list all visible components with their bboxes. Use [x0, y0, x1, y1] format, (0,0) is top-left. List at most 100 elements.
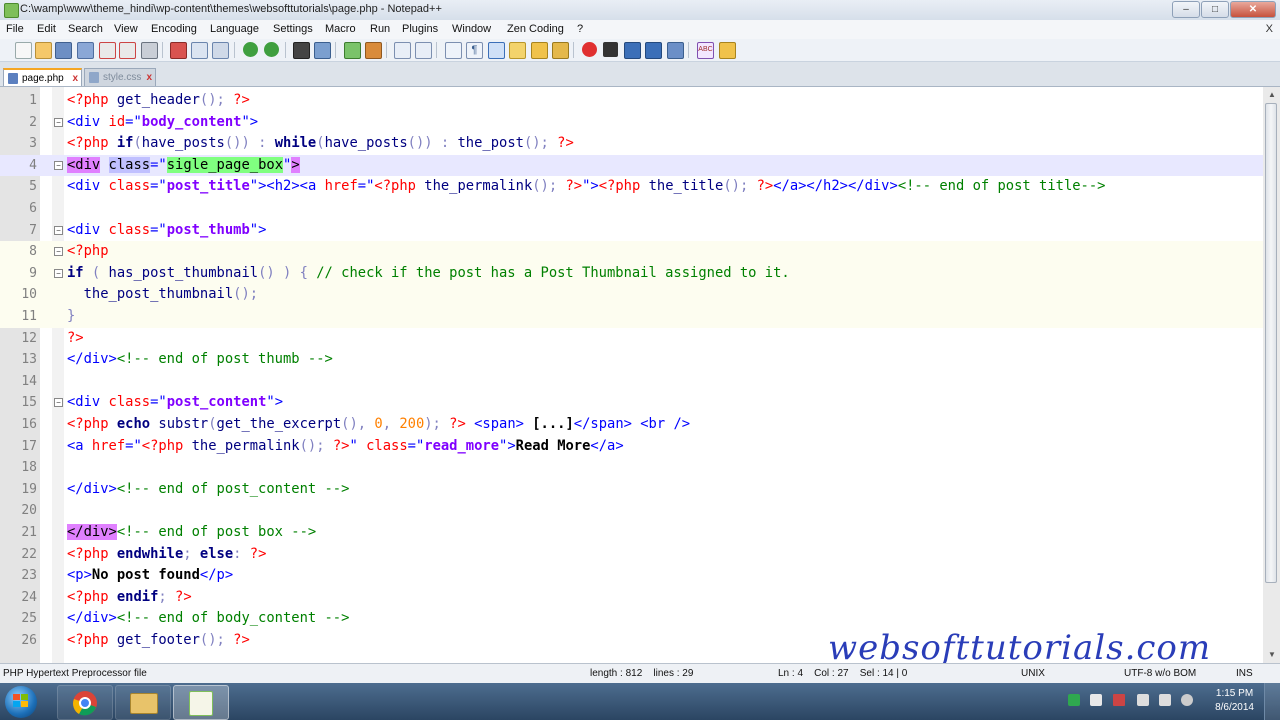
- close-button[interactable]: ✕: [1230, 1, 1276, 18]
- open-file-icon[interactable]: [35, 42, 52, 59]
- zoom-in-icon[interactable]: [344, 42, 361, 59]
- menu-file[interactable]: File: [6, 23, 24, 35]
- code-line: 17 <a href="<?php the_permalink(); ?>" cl…: [0, 436, 1263, 458]
- tray-network-icon[interactable]: [1137, 694, 1149, 706]
- document-map-icon[interactable]: [531, 42, 548, 59]
- menu-edit[interactable]: Edit: [37, 23, 56, 35]
- menu-window[interactable]: Window: [452, 23, 491, 35]
- copy-icon[interactable]: [191, 42, 208, 59]
- maximize-button[interactable]: □: [1201, 1, 1229, 18]
- line-number: 13: [21, 352, 37, 368]
- spell-check-icon[interactable]: ABC: [697, 42, 714, 59]
- print-icon[interactable]: [141, 42, 158, 59]
- code-token: if: [116, 135, 134, 152]
- code-token: body_content: [141, 113, 242, 130]
- menu-search[interactable]: Search: [68, 23, 103, 35]
- scroll-up-arrow-icon[interactable]: ▲: [1268, 90, 1276, 99]
- indent-guide-icon[interactable]: [488, 42, 505, 59]
- run-macro-multiple-icon[interactable]: [645, 42, 662, 59]
- line-number: 26: [21, 633, 37, 648]
- taskbar-chrome[interactable]: [57, 685, 113, 720]
- line-number: 4: [29, 157, 37, 173]
- fold-toggle-icon[interactable]: −: [54, 225, 63, 235]
- word-wrap-icon[interactable]: [445, 42, 462, 59]
- menu-settings[interactable]: Settings: [273, 23, 313, 35]
- plugin-icon[interactable]: [719, 42, 736, 59]
- tray-device-icon[interactable]: [1090, 694, 1102, 706]
- tab-page-php[interactable]: page.php x: [3, 68, 82, 86]
- minimize-button[interactable]: –: [1172, 1, 1200, 18]
- menu-zen-coding[interactable]: Zen Coding: [507, 23, 564, 35]
- find-icon[interactable]: [293, 42, 310, 59]
- scrollbar-thumb[interactable]: [1265, 103, 1277, 583]
- replace-icon[interactable]: [314, 42, 331, 59]
- fold-toggle-icon[interactable]: −: [54, 117, 63, 127]
- tray-action-center-icon[interactable]: [1113, 694, 1125, 706]
- zoom-out-icon[interactable]: [365, 42, 382, 59]
- code-token: ();: [523, 135, 558, 152]
- function-list-icon[interactable]: [552, 42, 569, 59]
- taskbar-explorer[interactable]: [115, 685, 171, 720]
- code-token: <div: [67, 113, 109, 130]
- save-icon[interactable]: [55, 42, 72, 59]
- close-document-icon[interactable]: X: [1266, 23, 1273, 35]
- code-token: ?>: [233, 92, 250, 108]
- code-token: <!-- end of post thumb -->: [116, 351, 333, 368]
- sync-vertical-icon[interactable]: [394, 42, 411, 59]
- save-macro-icon[interactable]: [667, 42, 684, 59]
- code-token: :: [233, 545, 250, 562]
- menu-run[interactable]: Run: [370, 23, 390, 35]
- close-all-icon[interactable]: [119, 42, 136, 59]
- code-token: <span>: [465, 416, 533, 432]
- tray-wamp-icon[interactable]: [1068, 694, 1080, 706]
- save-all-icon[interactable]: [77, 42, 94, 59]
- code-line: 14: [0, 371, 1263, 393]
- code-editor[interactable]: 1 <?php get_header(); ?> 2− <div id="body_c…: [0, 87, 1263, 663]
- fold-toggle-icon[interactable]: −: [54, 398, 63, 408]
- menu-macro[interactable]: Macro: [325, 23, 356, 35]
- undo-icon[interactable]: [243, 42, 258, 57]
- code-token: the_permalink: [191, 437, 300, 454]
- fold-toggle-icon[interactable]: −: [54, 160, 63, 170]
- code-token: =": [150, 221, 167, 238]
- show-all-characters-icon[interactable]: ¶: [466, 42, 483, 59]
- tab-style-css[interactable]: style.css x: [84, 68, 156, 86]
- toolbar-separator: [335, 42, 336, 58]
- play-macro-icon[interactable]: [624, 42, 641, 59]
- redo-icon[interactable]: [264, 42, 279, 57]
- record-macro-icon[interactable]: [582, 42, 597, 57]
- menu-language[interactable]: Language: [210, 23, 259, 35]
- user-language-icon[interactable]: [509, 42, 526, 59]
- code-line: 4 − <div class="sigle_page_box">: [0, 154, 1263, 177]
- line-number: 19: [21, 481, 37, 497]
- code-token: ();: [199, 92, 234, 108]
- show-desktop-button[interactable]: [1264, 683, 1280, 720]
- code-token: <a: [67, 437, 92, 454]
- system-clock[interactable]: 1:15 PM 8/6/2014: [1215, 687, 1254, 715]
- cut-icon[interactable]: [170, 42, 187, 59]
- tab-close-icon[interactable]: x: [72, 70, 78, 87]
- line-number: 16: [21, 417, 37, 432]
- paste-icon[interactable]: [212, 42, 229, 59]
- taskbar-notepad-plus-plus[interactable]: [173, 685, 229, 720]
- menu-view[interactable]: View: [114, 23, 138, 35]
- sync-horizontal-icon[interactable]: [415, 42, 432, 59]
- close-file-icon[interactable]: [99, 42, 116, 59]
- menu-plugins[interactable]: Plugins: [402, 23, 438, 35]
- code-token: =": [357, 178, 375, 195]
- code-token: <?php: [598, 178, 649, 195]
- fold-toggle-icon[interactable]: −: [54, 247, 63, 257]
- tray-volume-icon[interactable]: [1181, 694, 1193, 706]
- tab-close-icon[interactable]: x: [146, 69, 152, 86]
- window-controls: – □ ✕: [1171, 1, 1276, 18]
- code-token: (: [316, 135, 325, 152]
- menu-help[interactable]: ?: [577, 23, 583, 35]
- tray-signal-icon[interactable]: [1159, 694, 1171, 706]
- code-token: get_header: [116, 92, 200, 108]
- new-file-icon[interactable]: [15, 42, 32, 59]
- fold-toggle-icon[interactable]: −: [54, 268, 63, 278]
- scroll-down-arrow-icon[interactable]: ▼: [1268, 650, 1276, 659]
- stop-macro-icon[interactable]: [603, 42, 618, 57]
- code-line: 2 − <div id="body_content">: [0, 112, 1263, 134]
- menu-encoding[interactable]: Encoding: [151, 23, 197, 35]
